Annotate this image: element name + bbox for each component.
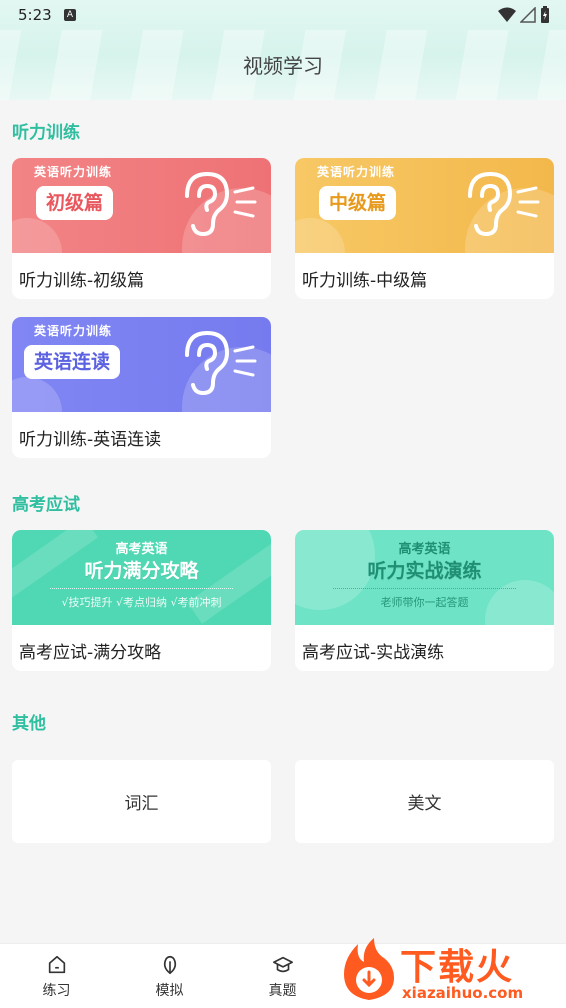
category-card-essays[interactable]: 美文 xyxy=(295,760,554,843)
banner-pill-text: 初级篇 xyxy=(36,186,114,220)
tab-practice[interactable]: 练习 xyxy=(0,944,113,1008)
course-card-gaokao-practice[interactable]: 高考英语 听力实战演练 老师带你一起答题 高考应试-实战演练 xyxy=(295,530,554,671)
card-banner: 高考英语 听力实战演练 老师带你一起答题 xyxy=(295,530,554,625)
card-label: 听力训练-英语连读 xyxy=(19,430,162,450)
ear-icon xyxy=(468,171,540,237)
course-card-listening-intermediate[interactable]: 英语听力训练 中级篇 听力训练-中级篇 xyxy=(295,158,554,299)
notification-badge-icon: A xyxy=(64,9,76,21)
tab-exams[interactable]: 真题 xyxy=(226,944,339,1008)
page-title: 视频学习 xyxy=(243,54,323,78)
card-label: 高考应试-满分攻略 xyxy=(19,643,162,663)
banner-main-text: 听力实战演练 xyxy=(367,560,482,582)
course-card-gaokao-strategy[interactable]: 高考英语 听力满分攻略 √技巧提升 √考点归纳 √考前冲刺 高考应试-满分攻略 xyxy=(12,530,271,671)
course-card-listening-liaison[interactable]: 英语听力训练 英语连读 听力训练-英语连读 xyxy=(12,317,271,458)
watermark-logo: 下载火 xiazaihuo.com xyxy=(338,936,560,1006)
status-icons xyxy=(498,6,550,24)
banner-divider xyxy=(50,588,233,589)
section-title-other: 其他 xyxy=(12,714,46,734)
card-banner: 英语听力训练 初级篇 xyxy=(12,158,271,253)
banner-top-text: 高考英语 xyxy=(398,542,451,557)
card-label: 听力训练-初级篇 xyxy=(19,271,145,291)
banner-top-text: 英语听力训练 xyxy=(34,165,113,179)
wifi-icon xyxy=(498,7,516,22)
status-bar: 5:23 A xyxy=(0,0,566,30)
battery-icon xyxy=(541,6,549,23)
card-banner: 高考英语 听力满分攻略 √技巧提升 √考点归纳 √考前冲刺 xyxy=(12,530,271,625)
watermark-main-text: 下载火 xyxy=(400,947,515,988)
ear-icon xyxy=(185,171,257,237)
leaf-icon xyxy=(163,955,176,974)
banner-top-text: 英语听力训练 xyxy=(34,324,113,338)
banner-top-text: 英语听力训练 xyxy=(317,165,396,179)
card-label: 听力训练-中级篇 xyxy=(302,271,428,291)
banner-pill-text: 中级篇 xyxy=(319,186,397,220)
home-icon xyxy=(48,955,65,973)
section-title-gaokao: 高考应试 xyxy=(12,495,80,515)
status-time: 5:23 xyxy=(18,6,52,24)
banner-top-text: 高考英语 xyxy=(115,542,168,557)
tab-label: 真题 xyxy=(268,982,297,999)
tab-label: 模拟 xyxy=(155,982,184,999)
watermark-sub-text: xiazaihuo.com xyxy=(402,984,524,1002)
banner-sub-text: 老师带你一起答题 xyxy=(380,596,469,609)
tab-mock[interactable]: 模拟 xyxy=(113,944,226,1008)
course-card-listening-beginner[interactable]: 英语听力训练 初级篇 听力训练-初级篇 xyxy=(12,158,271,299)
card-banner: 英语听力训练 英语连读 xyxy=(12,317,271,412)
graduation-cap-icon xyxy=(272,956,293,972)
banner-main-text: 听力满分攻略 xyxy=(84,560,199,582)
category-card-vocabulary[interactable]: 词汇 xyxy=(12,760,271,843)
card-banner: 英语听力训练 中级篇 xyxy=(295,158,554,253)
section-title-listening: 听力训练 xyxy=(12,123,80,143)
banner-sub-text: √技巧提升 √考点归纳 √考前冲刺 xyxy=(61,596,222,609)
flame-download-icon xyxy=(344,938,394,1000)
card-label: 高考应试-实战演练 xyxy=(302,643,445,663)
signal-icon xyxy=(520,7,536,23)
ear-icon xyxy=(185,330,257,396)
banner-pill-text: 英语连读 xyxy=(24,345,121,379)
tab-label: 练习 xyxy=(42,982,71,999)
banner-divider xyxy=(333,588,516,589)
